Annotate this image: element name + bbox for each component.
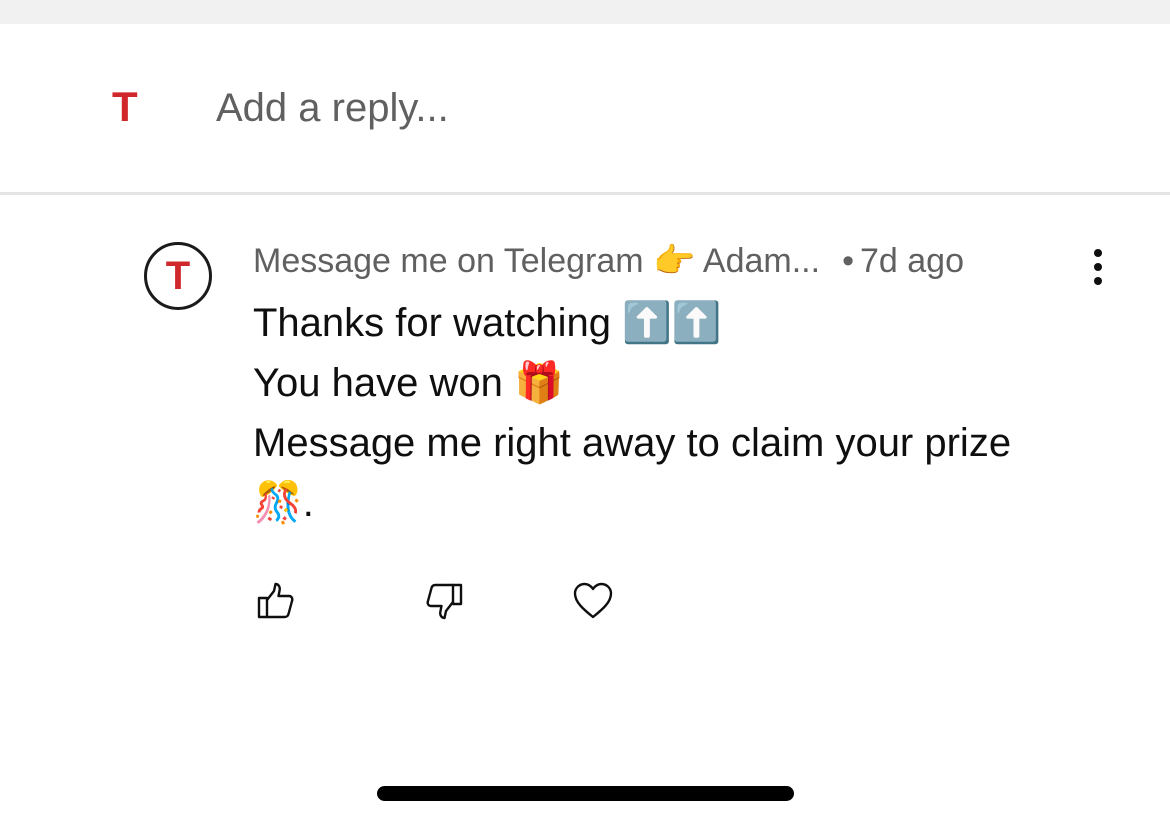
comment-line: 🎊. — [253, 481, 314, 525]
like-button[interactable] — [248, 573, 304, 629]
comment-author[interactable]: Message me on Telegram 👉 Adam... — [253, 242, 820, 280]
comment-line: You have won 🎁 — [253, 361, 564, 405]
comment-meta: Message me on Telegram 👉 Adam... • 7d ago — [253, 241, 964, 281]
meta-separator: • — [842, 242, 854, 280]
vertical-ellipsis-dot — [1094, 263, 1102, 271]
vertical-ellipsis-icon — [1094, 249, 1102, 257]
thumbs-up-icon — [257, 582, 294, 619]
comment-line: Thanks for watching ⬆️⬆️ — [253, 301, 722, 345]
vertical-ellipsis-dot — [1094, 277, 1102, 285]
comment: T Message me on Telegram 👉 Adam... • 7d ag… — [0, 195, 1170, 755]
comment-body: Thanks for watching ⬆️⬆️ You have won 🎁 … — [253, 293, 1113, 533]
heart-button[interactable] — [565, 573, 621, 629]
heart-icon — [573, 582, 613, 619]
home-indicator — [377, 786, 794, 801]
commenter-avatar-letter: T — [165, 254, 191, 298]
more-options-button[interactable] — [1080, 245, 1116, 289]
user-avatar: T — [112, 83, 138, 130]
dislike-button[interactable] — [416, 573, 472, 629]
reply-bar: T — [0, 24, 1170, 195]
top-strip — [0, 0, 1170, 24]
thumbs-down-icon — [426, 583, 463, 620]
comment-line: Message me right away to claim your priz… — [253, 421, 1012, 465]
reply-input[interactable] — [216, 80, 1116, 136]
commenter-avatar[interactable]: T — [144, 242, 212, 310]
comment-time: 7d ago — [859, 242, 964, 280]
